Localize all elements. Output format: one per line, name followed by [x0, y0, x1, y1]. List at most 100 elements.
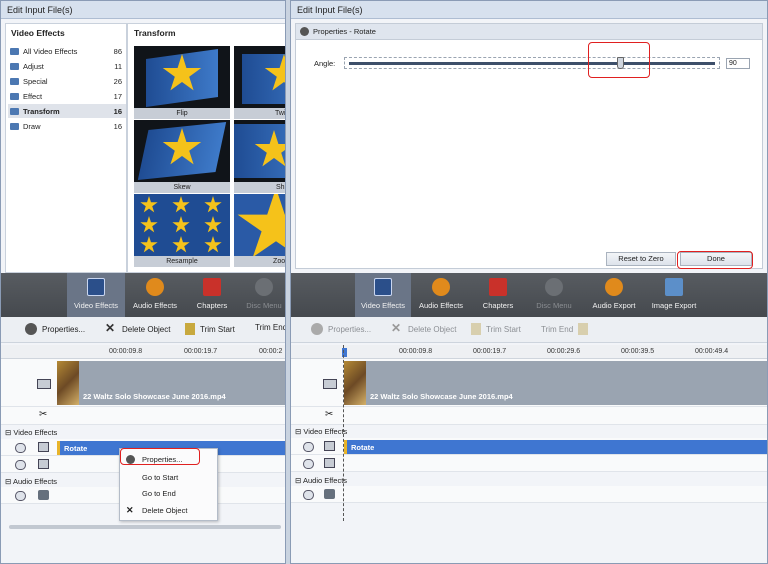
- main-toolbar: Video Effects Audio Effects Chapters Dis…: [291, 273, 767, 317]
- folder-icon: [10, 122, 19, 130]
- effect-thumb[interactable]: Skew: [134, 120, 230, 193]
- film-icon: [323, 379, 337, 389]
- action-bar: Properties... ✕ Delete Object Trim Start …: [1, 317, 285, 343]
- context-go-to-start[interactable]: Go to Start: [142, 473, 178, 482]
- angle-slider[interactable]: [344, 57, 720, 69]
- timeline-ruler: 00:00:09.8 00:00:19.7 00:00:29.6 00:00:3…: [291, 345, 767, 359]
- lock-icon[interactable]: [324, 441, 335, 451]
- properties-button[interactable]: Properties...: [25, 323, 85, 335]
- video-effects-tab[interactable]: Video Effects: [67, 273, 125, 317]
- clip-thumbnail: [344, 361, 366, 405]
- disc-icon: [255, 278, 273, 296]
- chapters-tab[interactable]: Chapters: [471, 273, 525, 317]
- speaker-icon[interactable]: [38, 490, 49, 500]
- eye-icon[interactable]: [303, 459, 314, 469]
- audio-export-icon: [605, 278, 623, 296]
- video-track: 22 Waltz Solo Showcase June 2016.mp4: [1, 359, 285, 407]
- gear-icon: [311, 323, 323, 335]
- audio-effects-section[interactable]: ⊟ Audio Effects: [5, 477, 57, 486]
- trim-start-icon: [471, 323, 481, 335]
- close-icon: ✕: [391, 321, 402, 335]
- eye-icon[interactable]: [15, 443, 26, 453]
- rotate-effect-bar[interactable]: Rotate: [344, 440, 767, 454]
- main-toolbar: Video Effects Audio Effects Chapters Dis…: [1, 273, 285, 317]
- speaker-icon: [432, 278, 450, 296]
- audio-effects-tab[interactable]: Audio Effects: [413, 273, 469, 317]
- category-item[interactable]: Special 26: [8, 74, 126, 88]
- category-list: Video Effects All Video Effects 86 Adjust…: [5, 23, 127, 273]
- video-effects-section[interactable]: ⊟ Video Effects: [5, 428, 57, 437]
- folder-icon: [10, 62, 19, 70]
- star-icon: [87, 278, 105, 296]
- effect-thumb[interactable]: Twis: [234, 46, 285, 119]
- window-title: Edit Input File(s): [291, 1, 767, 19]
- eye-icon[interactable]: [15, 491, 26, 501]
- highlight-done: [677, 251, 753, 269]
- close-icon: ✕: [105, 321, 116, 335]
- audio-effect-track: [291, 486, 767, 503]
- cut-track: ✂: [1, 407, 285, 425]
- effect-thumb[interactable]: Resample: [134, 194, 230, 267]
- scissors-icon[interactable]: ✂: [325, 409, 333, 420]
- delete-object-button[interactable]: ✕ Delete Object: [391, 321, 456, 335]
- category-item[interactable]: Draw 16: [8, 119, 126, 133]
- trim-start-button[interactable]: Trim Start: [471, 323, 521, 335]
- reset-to-zero-button[interactable]: Reset to Zero: [606, 252, 676, 266]
- delete-object-button[interactable]: ✕ Delete Object: [105, 321, 170, 335]
- audio-export-tab[interactable]: Audio Export: [587, 273, 641, 317]
- gear-icon: [300, 27, 309, 36]
- effect-thumb[interactable]: Zoom: [234, 194, 285, 267]
- skew-preview: [134, 120, 230, 182]
- filmstrip-icon: [489, 278, 507, 296]
- effect-gallery: Transform Flip Twis Skew Shif Resample: [127, 23, 285, 273]
- audio-effects-tab[interactable]: Audio Effects: [127, 273, 183, 317]
- video-clip[interactable]: 22 Waltz Solo Showcase June 2016.mp4: [344, 361, 767, 405]
- properties-button[interactable]: Properties...: [311, 323, 371, 335]
- disc-menu-tab[interactable]: Disc Menu: [241, 273, 285, 317]
- properties-header: Properties - Rotate: [296, 24, 762, 40]
- eye-icon[interactable]: [303, 442, 314, 452]
- speaker-icon[interactable]: [324, 489, 335, 499]
- category-item-selected[interactable]: Transform 16: [8, 104, 126, 118]
- highlight-properties: [120, 448, 200, 465]
- lock-icon[interactable]: [38, 459, 49, 469]
- horizontal-scrollbar[interactable]: [9, 525, 281, 529]
- gear-icon: [25, 323, 37, 335]
- angle-label: Angle:: [314, 59, 336, 68]
- disc-icon: [545, 278, 563, 296]
- audio-effects-section[interactable]: ⊟ Audio Effects: [295, 476, 347, 485]
- lock-icon[interactable]: [324, 458, 335, 468]
- highlight-slider: [588, 42, 650, 78]
- flip-preview: [134, 46, 230, 108]
- disc-menu-tab[interactable]: Disc Menu: [529, 273, 579, 317]
- film-icon: [37, 379, 51, 389]
- chapters-tab[interactable]: Chapters: [185, 273, 239, 317]
- trim-end-button[interactable]: Trim End: [255, 323, 285, 332]
- context-go-to-end[interactable]: Go to End: [142, 489, 176, 498]
- eye-icon[interactable]: [15, 460, 26, 470]
- video-effects-section[interactable]: ⊟ Video Effects: [295, 427, 347, 436]
- context-delete-object[interactable]: Delete Object: [142, 506, 187, 515]
- angle-value-field[interactable]: 90: [726, 58, 750, 69]
- twist-preview: [234, 46, 285, 108]
- video-effects-tab[interactable]: Video Effects: [355, 273, 411, 317]
- lock-icon[interactable]: [38, 442, 49, 452]
- folder-icon: [10, 77, 19, 85]
- effect-thumb[interactable]: Flip: [134, 46, 230, 119]
- category-header: Video Effects: [11, 28, 65, 38]
- image-export-tab[interactable]: Image Export: [647, 273, 701, 317]
- effect-thumb[interactable]: Shif: [234, 120, 285, 193]
- eye-icon[interactable]: [303, 490, 314, 500]
- window-title: Edit Input File(s): [1, 1, 285, 19]
- category-item[interactable]: Adjust 11: [8, 59, 126, 73]
- scissors-icon[interactable]: ✂: [39, 409, 47, 420]
- trim-start-button[interactable]: Trim Start: [185, 323, 235, 335]
- category-item[interactable]: All Video Effects 86: [8, 44, 126, 58]
- zoom-preview: [234, 194, 285, 256]
- trim-end-icon: [578, 323, 589, 335]
- folder-icon: [10, 47, 19, 55]
- playhead-line: [343, 345, 344, 521]
- video-clip[interactable]: 22 Waltz Solo Showcase June 2016.mp4: [57, 361, 285, 405]
- trim-end-button[interactable]: Trim End: [541, 323, 589, 335]
- category-item[interactable]: Effect 17: [8, 89, 126, 103]
